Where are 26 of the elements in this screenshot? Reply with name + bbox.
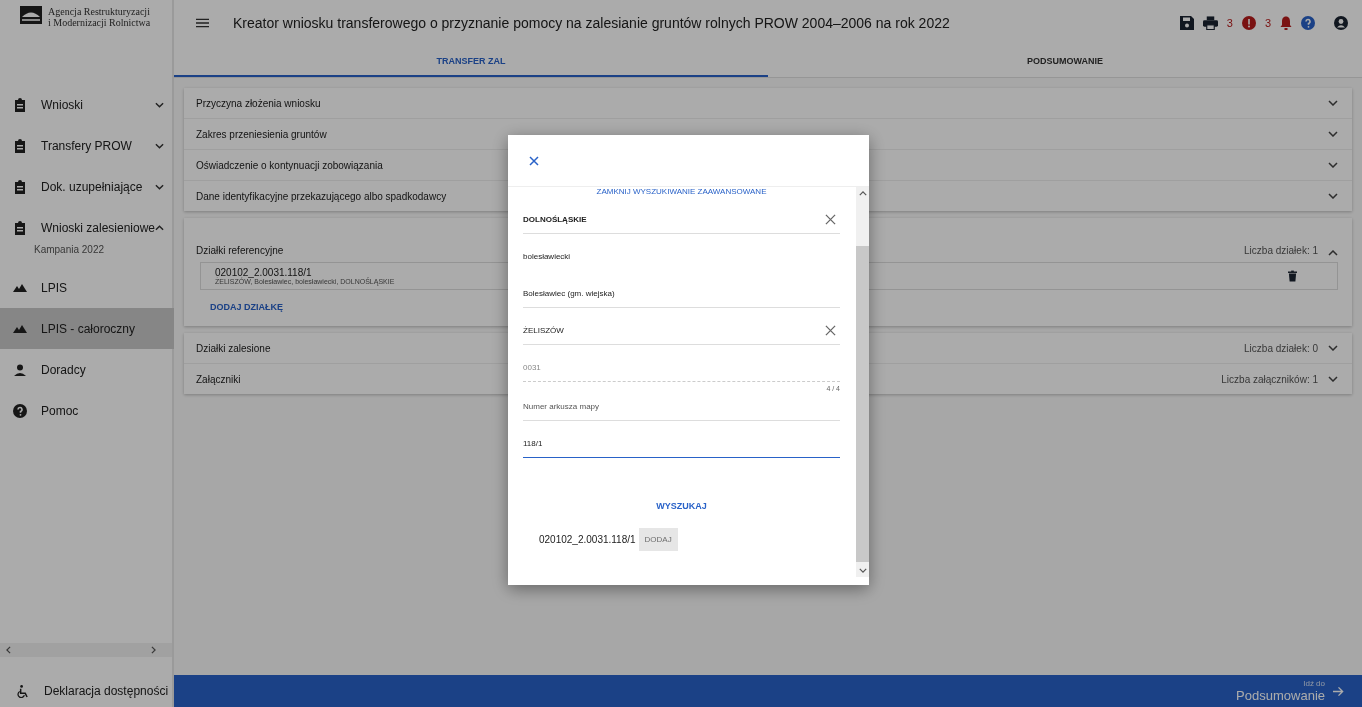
sidebar-item-label: LPIS - całoroczny — [41, 321, 137, 336]
page-title: Kreator wniosku transferowego o przyznanie pomocy na zalesianie gruntów rolnych PROW 2004–2006 na rok 2022 — [233, 15, 951, 31]
logo-text: i Modernizacji Rolnictwa — [48, 17, 151, 28]
parcel-id: 020102_2.0031.118/1 — [215, 267, 313, 278]
result-parcel-id: 020102_2.0031.118/1 — [539, 534, 636, 545]
section-count: Liczba działek: 0 — [1244, 342, 1318, 354]
section-title: Przyczyna złożenia wniosku — [196, 97, 321, 109]
sidebar-item-label: Pomoc — [41, 403, 80, 418]
section-title: Załączniki — [196, 373, 241, 385]
section-title: Oświadczenie o kontynuacji zobowiązania — [196, 159, 383, 171]
notification-count: 3 — [1264, 17, 1271, 29]
error-count: 3 — [1226, 17, 1233, 29]
sidebar-item-label: LPIS — [41, 280, 68, 295]
accessibility-link-label: Deklaracja dostępności — [44, 684, 169, 698]
sidebar-item-label: Doradcy — [41, 362, 87, 377]
sidebar-item-label: Transfery PROW — [41, 138, 133, 153]
section-title: Działki zalesione — [196, 342, 271, 354]
section-count: Liczba załączników: 1 — [1221, 373, 1318, 385]
logo-text: Agencja Restrukturyzacji — [48, 6, 151, 17]
sidebar-item-label: Dok. uzupełniające — [41, 179, 144, 194]
section-title: Zakres przeniesienia gruntów — [196, 128, 327, 140]
section-title: Działki referencyjne — [196, 245, 284, 256]
section-count: Liczba działek: 1 — [1244, 245, 1318, 256]
sidebar-item-label: Wnioski zalesieniowe — [41, 220, 156, 235]
section-title: Dane identyfikacyjne przekazującego albo spadkodawcy — [196, 190, 447, 202]
sidebar-item-label: Wnioski — [41, 97, 84, 112]
